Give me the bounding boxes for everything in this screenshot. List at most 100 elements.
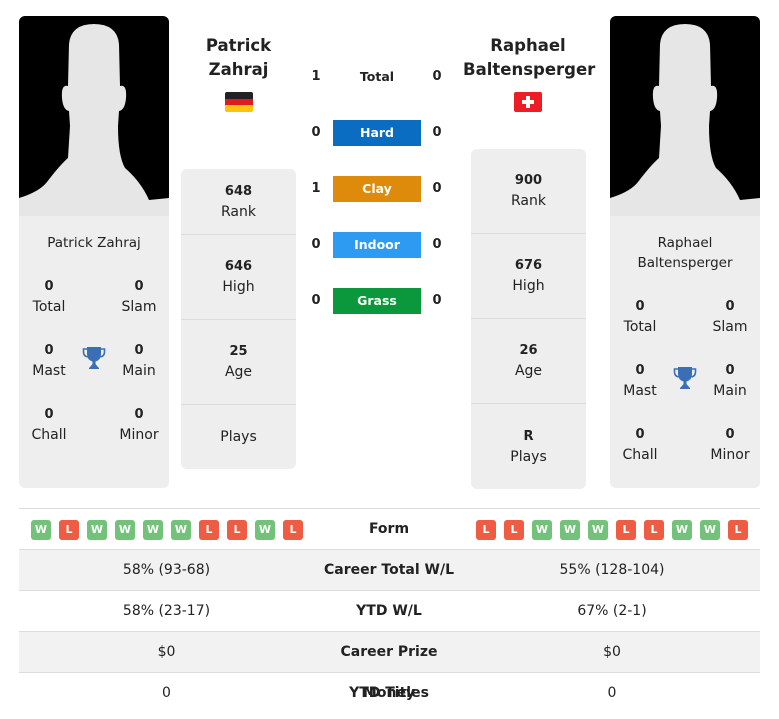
form-badge: W <box>87 520 107 540</box>
form-badge: L <box>616 520 636 540</box>
surface-badge-grass[interactable]: Grass <box>333 288 421 314</box>
surface-badge-clay[interactable]: Clay <box>333 176 421 202</box>
player2-titles-chall: 0 Chall <box>610 425 670 465</box>
stat-value: 648 <box>224 183 253 199</box>
row-label: YTD Titles <box>349 685 429 701</box>
player2-value: $0 <box>603 644 621 660</box>
player2-card-name-first: Raphael <box>657 235 713 251</box>
career-total-wl-row: 58% (93-68) Career Total W/L 55% (128-10… <box>19 550 760 591</box>
form-badge: W <box>560 520 580 540</box>
form-badge: L <box>644 520 664 540</box>
ytd-wl-row: 58% (23-17) YTD W/L 67% (2-1) <box>19 591 760 632</box>
trophy-icon <box>82 345 106 371</box>
player2-titles-mast: 0 Mast <box>610 361 670 401</box>
ytd-titles-row: 0 YTD Titles 0 <box>19 673 760 714</box>
h2h-right-value: 0 <box>432 293 442 308</box>
stat-value: 646 <box>224 259 253 274</box>
titles-value: 0 <box>725 299 735 314</box>
player1-value: 58% (93-68) <box>122 562 211 578</box>
titles-label: Mast <box>623 383 657 399</box>
stat-label: Plays <box>510 448 547 465</box>
h2h-total-label: Total <box>359 69 395 84</box>
player1-stats-card: 648 Rank 646 High 25 Age Plays <box>181 169 296 469</box>
titles-value: 0 <box>134 407 144 422</box>
form-badge: W <box>588 520 608 540</box>
player2-high: 676 High <box>471 234 586 319</box>
form-badge: L <box>476 520 496 540</box>
player2-photo <box>610 16 760 216</box>
form-badge: W <box>115 520 135 540</box>
player2-titles-minor: 0 Minor <box>700 425 760 465</box>
titles-label: Mast <box>32 363 66 379</box>
form-badge: W <box>672 520 692 540</box>
h2h-right-value: 0 <box>432 237 442 252</box>
form-badge: L <box>728 520 748 540</box>
player2-card-name: Raphael Baltensperger <box>610 233 760 273</box>
player1-rank: 648 Rank <box>181 169 296 235</box>
surface-badge-indoor[interactable]: Indoor <box>333 232 421 258</box>
form-badge: W <box>532 520 552 540</box>
titles-label: Total <box>623 319 657 335</box>
player2-titles-total: 0 Total <box>610 297 670 337</box>
form-label: Form <box>368 521 410 537</box>
h2h-indoor-row: 0 Indoor 0 <box>306 232 446 258</box>
stat-value: R <box>523 428 534 444</box>
stat-label: Rank <box>221 203 256 220</box>
player2-value: 67% (2-1) <box>577 603 647 619</box>
form-badge: W <box>255 520 275 540</box>
h2h-left-value: 0 <box>311 237 321 252</box>
titles-value: 0 <box>635 427 645 442</box>
stat-label: Age <box>224 364 253 380</box>
stat-label: Plays <box>220 429 257 445</box>
trophy-icon <box>673 365 697 391</box>
player2-value: 55% (128-104) <box>559 562 665 578</box>
player1-profile-card: Patrick Zahraj 0 Total 0 Slam 0 Mast 0 Main … <box>19 16 169 488</box>
silhouette-icon <box>610 24 760 216</box>
titles-value: 0 <box>725 427 735 442</box>
player1-value: 0 <box>162 685 171 701</box>
player2-profile-card: Raphael Baltensperger 0 Total 0 Slam 0 Mast… <box>610 16 760 488</box>
germany-flag-icon <box>225 92 253 112</box>
form-badge: L <box>227 520 247 540</box>
h2h-clay-row: 1 Clay 0 <box>306 176 446 202</box>
stat-value: 25 <box>229 344 248 359</box>
player1-titles-minor: 0 Minor <box>109 405 169 445</box>
player1-titles-chall: 0 Chall <box>19 405 79 445</box>
player2-name[interactable]: Raphael Baltensperger <box>463 34 596 82</box>
stat-value: 676 <box>514 258 543 273</box>
h2h-left-value: 1 <box>311 181 321 196</box>
form-badge: W <box>143 520 163 540</box>
player2-value: 0 <box>607 685 617 701</box>
row-label: YTD W/L <box>356 603 422 619</box>
player1-name[interactable]: Patrick Zahraj <box>181 34 296 82</box>
form-badge: L <box>504 520 524 540</box>
player1-high: 646 High <box>181 235 296 320</box>
titles-value: 0 <box>725 363 735 378</box>
player1-name-first: Patrick <box>205 36 272 55</box>
player1-value: 58% (23-17) <box>122 603 211 619</box>
player1-titles-slam: 0 Slam <box>109 277 169 317</box>
player2-titles-slam: 0 Slam <box>700 297 760 337</box>
stat-label: Age <box>514 363 543 379</box>
player2-age: 26 Age <box>471 319 586 404</box>
titles-label: Minor <box>710 447 750 463</box>
form-badge: L <box>199 520 219 540</box>
titles-value: 0 <box>134 343 144 358</box>
h2h-left-value: 0 <box>311 125 321 140</box>
player1-value: $0 <box>157 644 176 660</box>
titles-value: 0 <box>44 407 54 422</box>
player1-plays: Plays <box>181 405 296 469</box>
surface-badge-hard[interactable]: Hard <box>333 120 421 146</box>
titles-label: Minor <box>119 427 159 443</box>
player2-name-first: Raphael <box>490 36 566 55</box>
form-row: W L W W W W L L W L Form L L W W W L L W… <box>19 509 760 550</box>
player1-name-last: Zahraj <box>208 60 269 79</box>
form-badge: W <box>171 520 191 540</box>
stat-label: Rank <box>511 193 546 209</box>
player2-rank: 900 Rank <box>471 149 586 234</box>
titles-label: Main <box>713 383 747 399</box>
titles-label: Slam <box>712 319 748 335</box>
player2-name-last: Baltensperger <box>463 60 596 79</box>
h2h-hard-row: 0 Hard 0 <box>306 120 446 146</box>
player2-form: L L W W W L L W W L <box>476 520 748 540</box>
